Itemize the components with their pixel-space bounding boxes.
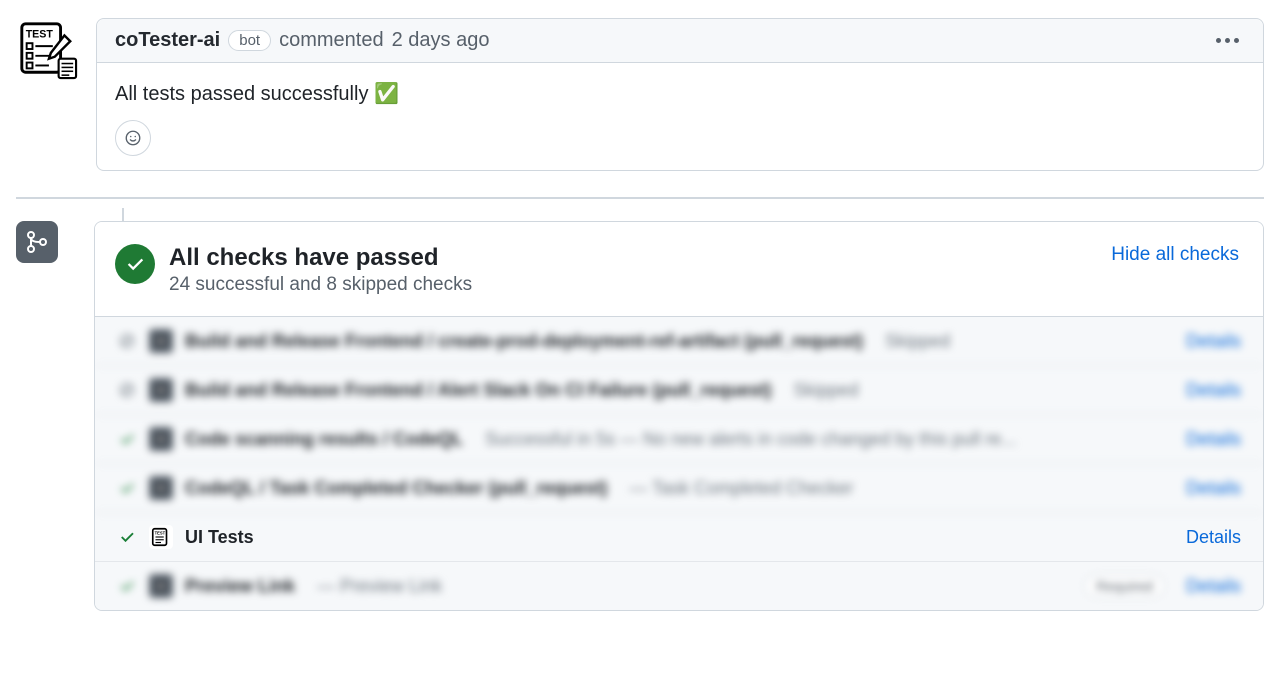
- check-name: CodeQL / Task Completed Checker (pull_re…: [185, 478, 607, 499]
- check-meta: — Preview Link: [307, 576, 442, 597]
- github-actions-avatar: [149, 329, 173, 353]
- github-actions-avatar: [149, 427, 173, 451]
- comment-body: All tests passed successfully ✅: [97, 63, 1263, 120]
- check-details-link[interactable]: Details: [1186, 527, 1241, 548]
- check-row: Build and Release Frontend / Alert Slack…: [95, 366, 1263, 415]
- check-details-link[interactable]: Details: [1186, 429, 1241, 450]
- comment-timestamp[interactable]: 2 days ago: [392, 29, 490, 52]
- checks-subtitle: 24 successful and 8 skipped checks: [169, 274, 1111, 296]
- success-icon: [117, 576, 137, 596]
- check-row: Preview Link — Preview Link Required Detai…: [95, 562, 1263, 610]
- comment-header: coTester-ai bot commented 2 days ago: [97, 19, 1263, 63]
- checks-list: Build and Release Frontend / create-prod…: [95, 316, 1263, 610]
- svg-text:TEST: TEST: [155, 530, 166, 535]
- check-row: Code scanning results / CodeQL Successfu…: [95, 415, 1263, 464]
- svg-text:TEST: TEST: [26, 28, 54, 40]
- check-meta: Skipped: [875, 331, 950, 352]
- check-details-link[interactable]: Details: [1186, 576, 1241, 597]
- checks-box: All checks have passed 24 successful and…: [94, 221, 1264, 611]
- check-details-link[interactable]: Details: [1186, 478, 1241, 499]
- skipped-icon: [117, 331, 137, 351]
- success-icon: [117, 429, 137, 449]
- check-row: Build and Release Frontend / create-prod…: [95, 317, 1263, 366]
- success-icon: [117, 478, 137, 498]
- merge-icon-badge: [16, 221, 58, 263]
- commented-label: commented: [279, 29, 384, 52]
- github-actions-avatar: [149, 476, 173, 500]
- hide-all-checks-link[interactable]: Hide all checks: [1111, 244, 1239, 266]
- smiley-icon: [124, 129, 142, 147]
- skipped-icon: [117, 380, 137, 400]
- check-name: Preview Link: [185, 576, 295, 597]
- github-actions-avatar: [149, 378, 173, 402]
- checks-status-icon: [115, 244, 155, 284]
- section-divider: [16, 197, 1264, 199]
- checks-title: All checks have passed: [169, 244, 1111, 272]
- check-name: Build and Release Frontend / Alert Slack…: [185, 380, 771, 401]
- check-meta: Successful in 5s — No new alerts in code…: [475, 429, 1016, 450]
- success-icon: [117, 527, 137, 547]
- comment-box: coTester-ai bot commented 2 days ago All…: [96, 18, 1264, 171]
- required-badge: Required: [1085, 575, 1164, 597]
- github-actions-avatar: [149, 574, 173, 598]
- git-merge-icon: [25, 230, 49, 254]
- check-meta: — Task Completed Checker: [619, 478, 853, 499]
- cotester-avatar: TEST: [149, 525, 173, 549]
- check-meta: Skipped: [783, 380, 858, 401]
- comment-more-button[interactable]: [1210, 32, 1245, 49]
- check-row: TEST UI Tests Details: [95, 513, 1263, 562]
- check-name: Code scanning results / CodeQL: [185, 429, 463, 450]
- check-row: CodeQL / Task Completed Checker (pull_re…: [95, 464, 1263, 513]
- check-details-link[interactable]: Details: [1186, 331, 1241, 352]
- commenter-name[interactable]: coTester-ai: [115, 29, 220, 52]
- bot-badge: bot: [228, 30, 271, 51]
- check-name: UI Tests: [185, 527, 254, 548]
- commenter-avatar[interactable]: TEST: [16, 18, 78, 80]
- check-details-link[interactable]: Details: [1186, 380, 1241, 401]
- add-reaction-button[interactable]: [115, 120, 151, 156]
- check-icon: [124, 253, 146, 275]
- check-name: Build and Release Frontend / create-prod…: [185, 331, 863, 352]
